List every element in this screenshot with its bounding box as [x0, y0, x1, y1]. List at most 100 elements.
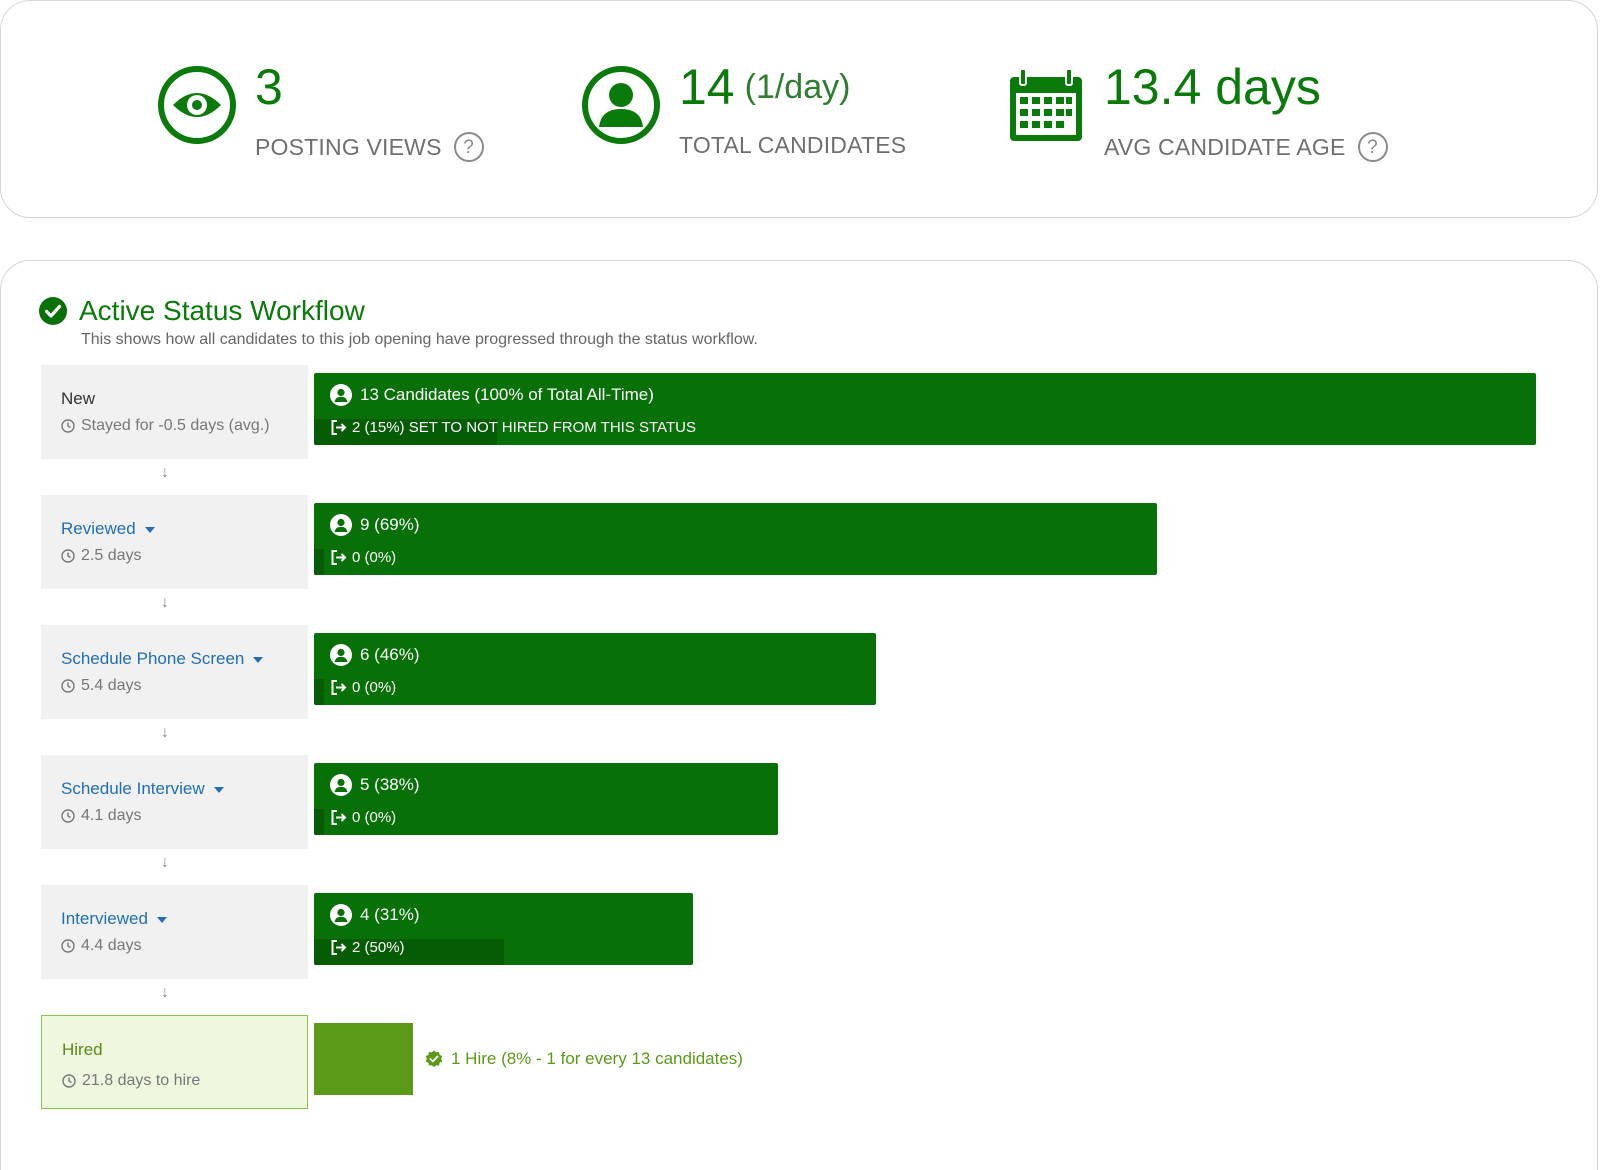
clock-icon [61, 419, 75, 433]
not-hired-text: 0 (0%) [352, 809, 397, 826]
eye-icon [158, 66, 236, 144]
hired-status-name-text: Hired [62, 1040, 103, 1059]
status-dropdown[interactable]: Reviewed [61, 519, 288, 539]
status-dropdown[interactable]: Interviewed [61, 909, 288, 929]
not-hired-count: 0 (0%) [330, 679, 396, 696]
hired-duration: 21.8 days to hire [62, 1072, 287, 1090]
clock-icon [61, 809, 75, 823]
candidate-count: 6 (46%) [330, 644, 420, 666]
exit-icon [331, 420, 347, 435]
not-hired-segment [314, 549, 324, 575]
candidate-count: 9 (69%) [330, 514, 420, 536]
status-cell: Reviewed 2.5 days [41, 495, 308, 589]
status-duration-text: Stayed for -0.5 days (avg.) [81, 417, 270, 434]
avg-candidate-age-label-text: AVG CANDIDATE AGE [1104, 133, 1346, 160]
not-hired-segment [314, 679, 324, 705]
status-bar[interactable]: 9 (69%) 0 (0%) [314, 503, 1157, 575]
status-duration-text: 4.1 days [81, 807, 142, 824]
workflow-description: This shows how all candidates to this jo… [81, 331, 758, 348]
user-circle-icon [330, 774, 352, 796]
user-circle-icon [330, 514, 352, 536]
hired-summary-text: 1 Hire (8% - 1 for every 13 candidates) [451, 1049, 743, 1068]
status-name-text: Interviewed [61, 909, 148, 928]
caret-down-icon [156, 917, 167, 923]
status-row: Interviewed 4.4 days 4 (31%) 2 (50%) [41, 885, 1561, 979]
status-cell: Interviewed 4.4 days [41, 885, 308, 979]
clock-icon [61, 679, 75, 693]
hired-status-cell: Hired 21.8 days to hire [41, 1015, 308, 1109]
candidate-count-text: 13 Candidates (100% of Total All-Time) [360, 385, 654, 404]
posting-views-value: 3 [255, 59, 283, 115]
workflow-card: Active Status Workflow This shows how al… [0, 260, 1598, 1170]
caret-down-icon [213, 787, 224, 793]
candidate-count: 5 (38%) [330, 774, 420, 796]
stats-card: 3 POSTING VIEWS ? 14 (1/day) TOTAL CANDID… [0, 0, 1598, 218]
down-arrow-icon: ↓ [161, 464, 169, 481]
exit-icon [331, 810, 347, 825]
candidate-count-text: 5 (38%) [360, 775, 420, 794]
caret-down-icon [253, 657, 264, 663]
user-circle-icon [330, 644, 352, 666]
avg-candidate-age-label: AVG CANDIDATE AGE ? [1104, 132, 1388, 162]
status-bar[interactable]: 4 (31%) 2 (50%) [314, 893, 693, 965]
candidate-count-text: 9 (69%) [360, 515, 420, 534]
status-duration: 4.4 days [61, 937, 288, 955]
down-arrow-icon: ↓ [161, 724, 169, 741]
status-row: Schedule Interview 4.1 days 5 (38%) 0 (0… [41, 755, 1561, 849]
status-duration-text: 5.4 days [81, 677, 142, 694]
help-icon[interactable]: ? [1357, 132, 1388, 162]
status-duration-text: 2.5 days [81, 547, 142, 564]
total-candidates-number: 14 [679, 59, 735, 115]
not-hired-text: 2 (15%) SET TO NOT HIRED FROM THIS STATU… [352, 419, 696, 436]
status-cell: Schedule Interview 4.1 days [41, 755, 308, 849]
candidate-count-text: 6 (46%) [360, 645, 420, 664]
help-icon[interactable]: ? [453, 132, 484, 162]
total-candidates-label: TOTAL CANDIDATES [679, 132, 906, 159]
status-bar[interactable]: 6 (46%) 0 (0%) [314, 633, 876, 705]
status-duration: 5.4 days [61, 677, 288, 695]
not-hired-text: 2 (50%) [352, 939, 405, 956]
candidate-count: 4 (31%) [330, 904, 420, 926]
caret-down-icon [144, 527, 155, 533]
status-duration: Stayed for -0.5 days (avg.) [61, 417, 288, 435]
clock-icon [61, 549, 75, 563]
status-row: Reviewed 2.5 days 9 (69%) 0 (0%) [41, 495, 1561, 589]
exit-icon [331, 680, 347, 695]
status-name-text: Schedule Interview [61, 779, 205, 798]
user-circle-icon [330, 904, 352, 926]
not-hired-text: 0 (0%) [352, 549, 397, 566]
workflow-header: Active Status Workflow [39, 295, 365, 327]
not-hired-count: 2 (50%) [330, 939, 405, 956]
status-dropdown[interactable]: Schedule Interview [61, 779, 288, 799]
total-candidates-value: 14 (1/day) [679, 59, 850, 115]
hired-duration-text: 21.8 days to hire [82, 1072, 201, 1089]
not-hired-segment [314, 809, 324, 835]
hired-status-name: Hired [62, 1040, 287, 1060]
down-arrow-icon: ↓ [161, 594, 169, 611]
calendar-icon [1010, 68, 1082, 141]
clock-icon [61, 939, 75, 953]
status-bar[interactable]: 13 Candidates (100% of Total All-Time) 2… [314, 373, 1536, 445]
badge-check-icon [425, 1050, 443, 1068]
posting-views-label-text: POSTING VIEWS [255, 133, 442, 160]
clock-icon [62, 1074, 76, 1088]
exit-icon [331, 940, 347, 955]
not-hired-count: 2 (15%) SET TO NOT HIRED FROM THIS STATU… [330, 419, 696, 436]
workflow-title: Active Status Workflow [79, 295, 365, 326]
status-cell: New Stayed for -0.5 days (avg.) [41, 365, 308, 459]
not-hired-count: 0 (0%) [330, 549, 396, 566]
candidate-count: 13 Candidates (100% of Total All-Time) [330, 384, 654, 406]
status-duration: 2.5 days [61, 547, 288, 565]
down-arrow-icon: ↓ [161, 854, 169, 871]
status-name: New [61, 389, 288, 409]
posting-views-label: POSTING VIEWS ? [255, 132, 484, 162]
hired-summary: 1 Hire (8% - 1 for every 13 candidates) [425, 1049, 743, 1069]
not-hired-text: 0 (0%) [352, 679, 397, 696]
status-name-text: Reviewed [61, 519, 136, 538]
status-bar[interactable]: 5 (38%) 0 (0%) [314, 763, 778, 835]
avg-candidate-age-value: 13.4 days [1104, 59, 1321, 115]
down-arrow-icon: ↓ [161, 984, 169, 1001]
not-hired-count: 0 (0%) [330, 809, 396, 826]
hired-bar[interactable] [314, 1023, 413, 1095]
status-dropdown[interactable]: Schedule Phone Screen [61, 649, 288, 669]
